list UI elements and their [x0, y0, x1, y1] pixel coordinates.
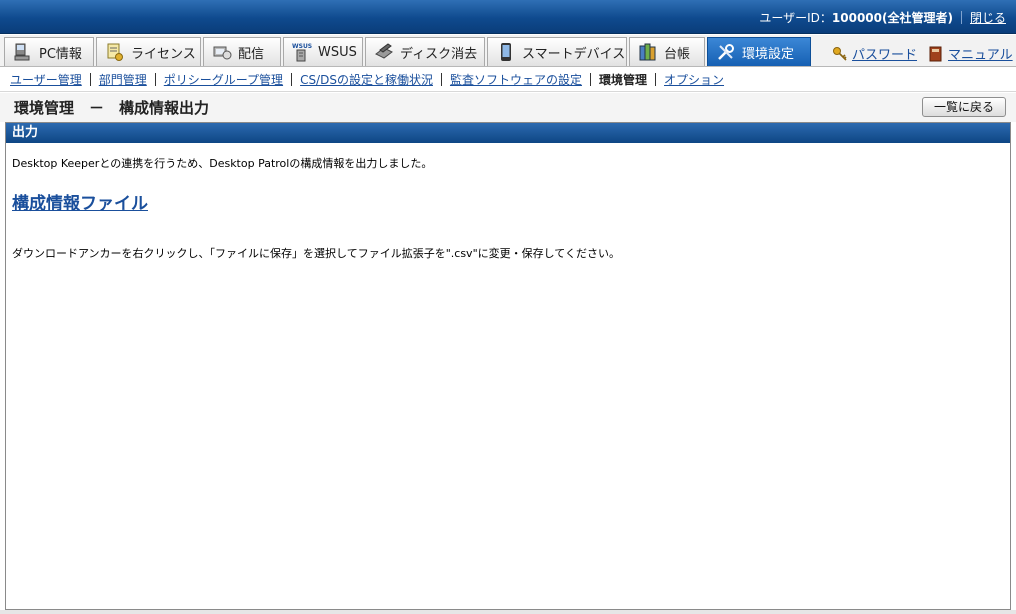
tab-license[interactable]: ライセンス	[96, 37, 201, 66]
license-icon	[105, 42, 125, 62]
page-title-bar: 環境管理 － 構成情報出力 一覧に戻る	[0, 93, 1016, 122]
tab-label: WSUS	[318, 44, 357, 60]
top-header-bar: ユーザーID：100000(全社管理者) 閉じる	[0, 0, 1016, 34]
subnav-user-management[interactable]: ユーザー管理	[10, 71, 82, 88]
close-link[interactable]: 閉じる	[970, 11, 1006, 25]
tab-delivery[interactable]: 配信	[203, 37, 281, 66]
disk-erase-icon	[374, 42, 394, 62]
tab-smart-device[interactable]: スマートデバイス	[487, 37, 627, 66]
panel-heading: 出力	[6, 123, 1010, 143]
manual-label: マニュアル	[948, 48, 1013, 63]
main-tab-bar: PC情報 ライセンス 配信 WSUS WSUS ディスク消去 スマートデバイス …	[0, 35, 1016, 67]
tab-disk-erase[interactable]: ディスク消去	[365, 37, 485, 66]
subnav-environment-management-current: 環境管理	[598, 73, 647, 87]
tab-label: 配信	[238, 46, 265, 62]
tab-ledger[interactable]: 台帳	[629, 37, 705, 66]
subnav-audit-software-settings[interactable]: 監査ソフトウェアの設定	[450, 71, 582, 88]
smart-device-icon	[496, 42, 516, 62]
user-id-label: ユーザーID：	[759, 11, 832, 25]
output-message: Desktop Keeperとの連携を行うため、Desktop Patrolの構…	[12, 157, 433, 170]
password-link[interactable]: パスワード	[832, 44, 917, 63]
svg-text:WSUS: WSUS	[292, 43, 312, 50]
tab-label: 台帳	[664, 46, 691, 62]
subnav-department-management[interactable]: 部門管理	[99, 71, 147, 88]
tab-pc-info[interactable]: PC情報	[4, 37, 94, 66]
ledger-icon	[638, 42, 658, 62]
tab-label: スマートデバイス	[522, 46, 626, 62]
sub-navigation: ユーザー管理 部門管理 ポリシーグループ管理 CS/DSの設定と稼働状況 監査ソ…	[0, 68, 1016, 92]
download-instructions: ダウンロードアンカーを右クリックし、「ファイルに保存」を選択してファイル拡張子を…	[12, 247, 620, 260]
manual-link[interactable]: マニュアル	[928, 44, 1013, 63]
key-icon	[832, 46, 848, 62]
header-divider	[960, 11, 962, 24]
tab-label: PC情報	[39, 46, 82, 62]
subnav-divider	[589, 73, 591, 86]
settings-tools-icon	[716, 42, 736, 62]
subnav-cs-ds-settings[interactable]: CS/DSの設定と稼働状況	[300, 71, 433, 88]
output-panel: 出力 Desktop Keeperとの連携を行うため、Desktop Patro…	[5, 122, 1011, 610]
back-to-list-button[interactable]: 一覧に戻る	[922, 97, 1006, 117]
config-file-download-link[interactable]: 構成情報ファイル	[12, 189, 148, 214]
tab-label: 環境設定	[742, 46, 795, 62]
tab-label: ディスク消去	[400, 46, 478, 62]
tab-wsus[interactable]: WSUS WSUS	[283, 37, 363, 66]
user-id-value: 100000(全社管理者)	[831, 11, 953, 25]
subnav-divider	[89, 73, 91, 86]
wsus-icon: WSUS	[292, 42, 312, 62]
pc-info-icon	[13, 42, 33, 62]
bottom-border	[0, 610, 1016, 614]
subnav-divider	[154, 73, 156, 86]
subnav-divider	[655, 73, 656, 86]
subnav-divider	[440, 73, 442, 86]
book-icon	[928, 46, 944, 62]
delivery-icon	[212, 42, 232, 62]
user-info: ユーザーID：100000(全社管理者) 閉じる	[759, 9, 1006, 26]
tab-settings[interactable]: 環境設定	[707, 37, 811, 66]
tab-label: ライセンス	[131, 46, 196, 62]
subnav-options[interactable]: オプション	[664, 71, 724, 88]
page-title: 環境管理 － 構成情報出力	[14, 99, 210, 117]
subnav-divider	[291, 73, 293, 86]
subnav-policy-group-management[interactable]: ポリシーグループ管理	[164, 71, 283, 88]
password-label: パスワード	[852, 48, 918, 63]
